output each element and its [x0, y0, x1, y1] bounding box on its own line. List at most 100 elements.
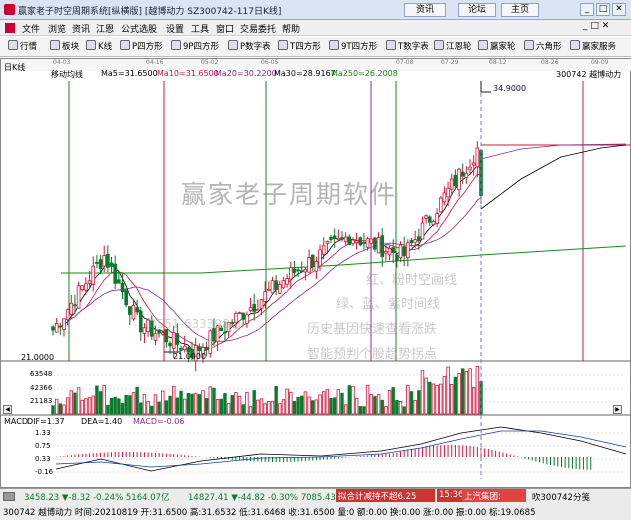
tool-kline[interactable]: K线 — [86, 40, 112, 54]
volume-bar — [142, 394, 147, 415]
candle-body — [109, 262, 114, 267]
link-home[interactable]: 主页 — [501, 3, 539, 17]
volume-bar — [417, 390, 421, 415]
news-ticker-2[interactable]: 上汽集团: — [462, 489, 526, 502]
tool-t-table[interactable]: T数字表 — [386, 40, 429, 54]
tool-9t-square[interactable]: 9T四方形 — [329, 40, 377, 54]
tool-p-square[interactable]: P四方形 — [120, 40, 163, 54]
volume-bar — [431, 383, 436, 415]
minimize-button[interactable]: _ — [580, 3, 594, 16]
menu-tools[interactable]: 工具 — [191, 22, 209, 35]
candle-body — [95, 262, 99, 264]
menu-settings[interactable]: 设置 — [166, 22, 184, 35]
candle-body — [204, 346, 209, 351]
tool-p-table[interactable]: P数字表 — [228, 40, 271, 54]
volume-bar — [387, 390, 392, 415]
user-label: 吹300742分笺 — [532, 493, 590, 503]
chart-panel[interactable]: 日K线 移动均线 Ma5=31.6500 Ma10=31.6500 Ma20=3… — [0, 58, 631, 488]
macd-value-label: MACD=-0.06 — [133, 417, 185, 426]
news-ticker[interactable]: 拟合计减持不超6.25 — [336, 489, 435, 502]
link-forum[interactable]: 论坛 — [458, 3, 496, 17]
volume-bar — [204, 398, 209, 415]
volume-bar — [409, 391, 414, 415]
phone-watermark: 0551-63339800 — [149, 317, 245, 331]
volume-bar — [435, 384, 439, 415]
close-button[interactable]: ✕ — [612, 3, 626, 16]
market-toggle-icon[interactable] — [3, 492, 15, 501]
high-marker-line — [480, 81, 491, 93]
volume-bar — [168, 395, 172, 415]
candle-body — [153, 333, 158, 341]
volume-bar — [135, 386, 139, 415]
tool-sector[interactable]: 板块 — [50, 40, 79, 54]
menu-trade[interactable]: 交易委托 — [240, 22, 276, 35]
overlay-line-3: 历史基因快速查看涨跌 — [307, 322, 438, 337]
tool-hexagon[interactable]: 六角形 — [524, 40, 562, 54]
candle-body — [475, 147, 480, 168]
volume-bar — [102, 385, 106, 415]
menu-help[interactable]: 帮助 — [282, 22, 300, 35]
volume-bar — [91, 395, 95, 415]
ma250-label: Ma250=26.2008 — [331, 69, 398, 78]
macd-tick: 0.33 — [35, 455, 51, 463]
candle-body — [128, 306, 132, 315]
scroll-left-button[interactable]: ◀ — [3, 405, 12, 414]
link-news[interactable]: 资讯 — [404, 3, 446, 17]
candle-body — [387, 248, 392, 256]
quotes-icon — [8, 40, 18, 50]
volume-bar — [292, 400, 297, 415]
menu-formula[interactable]: 公式选股 — [121, 22, 157, 35]
volume-bar — [256, 399, 260, 415]
macd-lines — [55, 426, 627, 472]
candle-body — [69, 302, 74, 315]
volume-bar — [252, 390, 256, 415]
volume-bar — [289, 391, 293, 415]
candle-body — [468, 166, 472, 170]
p-square-icon — [120, 40, 130, 50]
menu-file[interactable]: 文件 — [22, 22, 40, 35]
tool-t-square[interactable]: T四方形 — [278, 40, 321, 54]
menu-bar: 文件 浏览 资讯 江恩 公式选股 设置 工具 窗口 交易委托 帮助 _ □ ✕ — [0, 20, 631, 36]
volume-bar — [95, 385, 99, 415]
candle-body — [62, 318, 66, 330]
candle-body — [270, 280, 275, 294]
menu-info[interactable]: 资讯 — [72, 22, 90, 35]
candle-body — [310, 254, 315, 267]
menu-browse[interactable]: 浏览 — [48, 22, 66, 35]
scroll-right-button[interactable]: ▶ — [613, 405, 622, 414]
candle-body — [424, 215, 428, 219]
candle-body — [278, 284, 282, 294]
volume-bars — [51, 365, 483, 415]
volume-bar — [446, 366, 450, 415]
tool-gann-wheel[interactable]: 江恩轮 — [434, 40, 472, 54]
volume-bar — [318, 394, 322, 415]
candle-body — [288, 267, 293, 280]
menu-window[interactable]: 窗口 — [216, 22, 234, 35]
candle-body — [256, 308, 260, 312]
tool-winner-wheel[interactable]: 赢家轮 — [478, 40, 516, 54]
mdi-controls[interactable]: _ □ ✕ — [583, 21, 609, 31]
volume-bar — [347, 385, 352, 415]
ma10-label: Ma10=31.6500 — [157, 69, 219, 78]
9p-square-icon — [171, 40, 181, 50]
volume-bar — [241, 404, 245, 415]
volume-bar — [179, 390, 183, 415]
volume-bar — [362, 406, 366, 415]
candle-body — [131, 304, 136, 320]
tool-9p-square[interactable]: 9P四方形 — [171, 40, 219, 54]
menu-gann[interactable]: 江恩 — [96, 22, 114, 35]
tool-quotes[interactable]: 行情 — [8, 40, 37, 54]
volume-bar — [453, 376, 458, 415]
macd-title: MACD — [4, 417, 28, 426]
candle-body — [471, 162, 476, 166]
volume-bar — [109, 397, 114, 415]
volume-bar — [161, 390, 165, 415]
volume-bar — [164, 400, 169, 415]
date-label: 08-12 — [489, 59, 507, 66]
volume-bar — [314, 399, 319, 415]
volume-bar — [98, 391, 103, 415]
maximize-button[interactable]: □ — [596, 3, 610, 16]
candle-body — [409, 239, 414, 244]
tool-service[interactable]: 赢家服务 — [570, 40, 616, 54]
candle-body — [343, 236, 348, 243]
